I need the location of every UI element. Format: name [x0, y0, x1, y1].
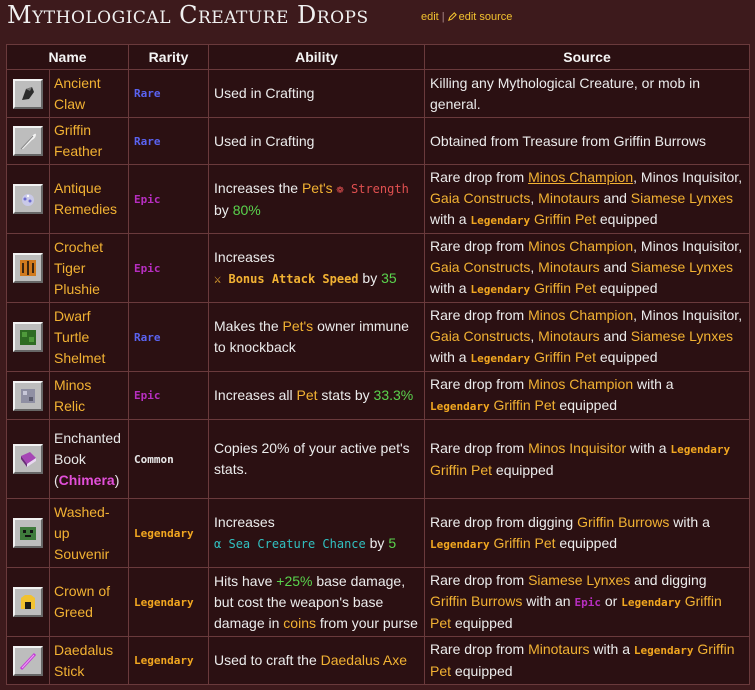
ability-text: Hits have +25% base damage, but cost the…: [208, 567, 426, 637]
edit-links: edit | edit source: [421, 11, 513, 23]
ability-text: Increases all Pet stats by 33.3%: [208, 371, 426, 420]
table-row: Washed-up Souvenir Legendary Increases α …: [6, 498, 751, 568]
item-name[interactable]: Ancient Claw: [48, 69, 130, 118]
table-row: Minos Relic Epic Increases all Pet stats…: [6, 371, 751, 420]
ability-text: Increases the Pet's ❁ Strength by 80%: [208, 164, 426, 234]
source-text: Rare drop from Minos Champion with a Leg…: [424, 371, 751, 420]
item-name[interactable]: Enchanted Book (Chimera): [48, 419, 130, 499]
source-text: Rare drop from Minos Champion, Minos Inq…: [424, 302, 751, 372]
rarity-badge: Epic: [128, 233, 210, 303]
minos-champion-link[interactable]: Minos Champion: [528, 169, 633, 185]
item-name[interactable]: Antique Remedies: [48, 164, 130, 234]
source-text: Killing any Mythological Creature, or mo…: [424, 69, 751, 118]
turtle-shelmet-icon[interactable]: [13, 322, 43, 352]
table-row: Ancient Claw Rare Used in Crafting Killi…: [6, 69, 751, 118]
table-row: Dwarf Turtle Shelmet Rare Makes the Pet'…: [6, 302, 751, 372]
rarity-badge: Common: [128, 419, 210, 499]
item-name[interactable]: Griffin Feather: [48, 117, 130, 165]
strength-stat: ❁ Strength: [336, 181, 409, 196]
source-text: Rare drop from digging Griffin Burrows w…: [424, 498, 751, 568]
header-rarity[interactable]: Rarity: [128, 44, 210, 70]
rarity-badge: Legendary: [128, 567, 210, 637]
table-row: Daedalus Stick Legendary Used to craft t…: [6, 636, 751, 685]
edit-source-link[interactable]: edit source: [447, 11, 512, 23]
ability-text: Copies 20% of your active pet's stats.: [208, 419, 426, 499]
page-header: Mythological Creature Drops edit | edit so…: [0, 0, 755, 32]
table-row: Crown of Greed Legendary Hits have +25% …: [6, 567, 751, 637]
ability-text: Increases ⚔ Bonus Attack Speed by 35: [208, 233, 426, 303]
attack-speed-stat: ⚔ Bonus Attack Speed: [214, 271, 359, 286]
item-name[interactable]: Daedalus Stick: [48, 636, 130, 685]
drops-table: Name Rarity Ability Source Ancient Claw …: [5, 44, 751, 685]
header-source[interactable]: Source: [424, 44, 751, 70]
enchanted-book-icon[interactable]: [13, 444, 43, 474]
pencil-icon: [447, 12, 457, 21]
strength-icon: ❁: [336, 181, 344, 196]
item-name[interactable]: Washed-up Souvenir: [48, 498, 130, 568]
sea-creature-stat: α Sea Creature Chance: [214, 536, 366, 551]
crown-icon[interactable]: [13, 587, 43, 617]
ability-text: Used to craft the Daedalus Axe: [208, 636, 426, 685]
claw-icon[interactable]: [13, 78, 43, 109]
ability-text: Used in Crafting: [208, 117, 426, 165]
stick-icon[interactable]: [13, 645, 43, 676]
feather-icon[interactable]: [13, 126, 43, 156]
table-header-row: Name Rarity Ability Source: [5, 44, 751, 70]
source-text: Obtained from Treasure from Griffin Burr…: [424, 117, 751, 165]
source-text: Rare drop from Minotaurs with a Legendar…: [424, 636, 751, 685]
rarity-badge: Epic: [128, 371, 210, 420]
source-text: Rare drop from Minos Champion, Minos Inq…: [424, 233, 751, 303]
rarity-badge: Rare: [128, 117, 210, 165]
rarity-badge: Rare: [128, 302, 210, 372]
edit-link[interactable]: edit: [421, 11, 439, 23]
table-row: Antique Remedies Epic Increases the Pet'…: [6, 164, 751, 234]
header-name[interactable]: Name: [5, 44, 130, 70]
header-ability[interactable]: Ability: [208, 44, 426, 70]
relic-icon[interactable]: [13, 380, 43, 411]
rarity-badge: Legendary: [128, 498, 210, 568]
rarity-badge: Legendary: [128, 636, 210, 685]
ability-text: Used in Crafting: [208, 69, 426, 118]
page-title: Mythological Creature Drops: [7, 1, 369, 29]
item-name[interactable]: Dwarf Turtle Shelmet: [48, 302, 130, 372]
ability-text: Increases α Sea Creature Chance by 5: [208, 498, 426, 568]
item-name[interactable]: Minos Relic: [48, 371, 130, 420]
rarity-badge: Epic: [128, 164, 210, 234]
chimera-link[interactable]: Chimera: [59, 472, 115, 488]
remedies-icon[interactable]: [13, 184, 43, 214]
souvenir-icon[interactable]: [13, 518, 43, 548]
source-text: Rare drop from Minos Champion, Minos Inq…: [424, 164, 751, 234]
table-row: Griffin Feather Rare Used in Crafting Ob…: [6, 117, 751, 165]
source-text: Rare drop from Minos Inquisitor with a L…: [424, 419, 751, 499]
table-row: Crochet Tiger Plushie Epic Increases ⚔ Bo…: [6, 233, 751, 303]
item-name[interactable]: Crown of Greed: [48, 567, 130, 637]
rarity-badge: Rare: [128, 69, 210, 118]
item-name[interactable]: Crochet Tiger Plushie: [48, 233, 130, 303]
tiger-plushie-icon[interactable]: [13, 253, 43, 283]
table-row: Enchanted Book (Chimera) Common Copies 20…: [6, 419, 751, 499]
source-text: Rare drop from Siamese Lynxes and diggin…: [424, 567, 751, 637]
ability-text: Makes the Pet's owner immune to knockbac…: [208, 302, 426, 372]
